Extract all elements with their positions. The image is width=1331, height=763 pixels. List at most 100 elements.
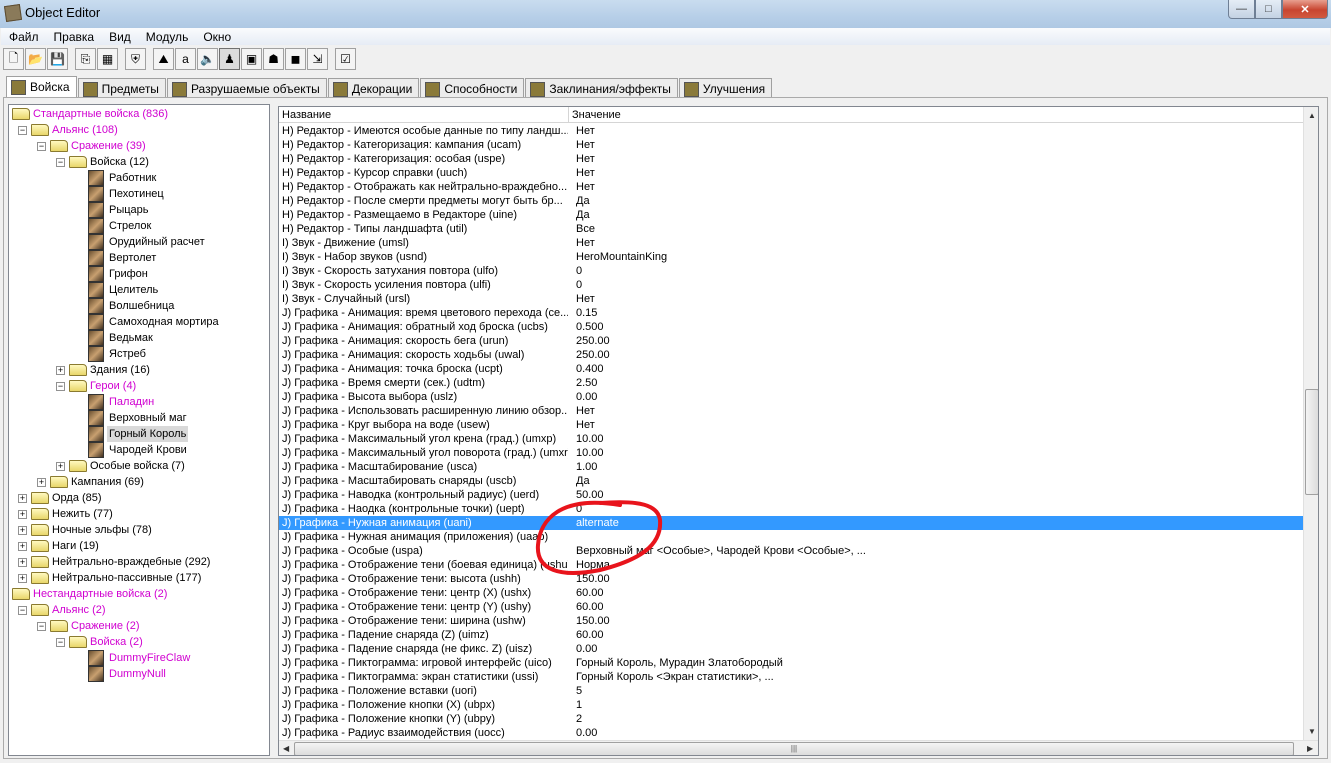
tab-6[interactable]: Улучшения: [678, 78, 773, 99]
expand-icon[interactable]: +: [18, 494, 27, 503]
collapse-icon[interactable]: −: [56, 382, 65, 391]
minimize-button[interactable]: —: [1228, 0, 1255, 19]
table-row[interactable]: J) Графика - Отображение тени: ширина (u…: [279, 614, 1304, 628]
toolbar-button-text[interactable]: a: [175, 48, 196, 70]
menu-1[interactable]: Правка: [46, 28, 102, 45]
tree-unit-item[interactable]: Орудийный расчет: [9, 234, 269, 250]
table-row[interactable]: J) Графика - Масштабирование (usca) 1.00: [279, 460, 1304, 474]
tree-unit-item[interactable]: Работник: [9, 170, 269, 186]
tree-folder-item[interactable]: Нестандартные войска (2): [9, 586, 269, 602]
expand-icon[interactable]: +: [18, 558, 27, 567]
tree-unit-item[interactable]: DummyNull: [9, 666, 269, 682]
table-row[interactable]: J) Графика - Использовать расширенную ли…: [279, 404, 1304, 418]
menu-4[interactable]: Окно: [195, 28, 238, 45]
horizontal-scrollbar[interactable]: ◀ ||| ▶: [279, 740, 1318, 755]
tree-unit-item[interactable]: Горный Король: [9, 426, 269, 442]
tree-folder-item[interactable]: − Альянс (108): [9, 122, 269, 138]
tab-1[interactable]: Предметы: [77, 78, 166, 99]
collapse-icon[interactable]: −: [56, 638, 65, 647]
vertical-scroll-thumb[interactable]: [1305, 389, 1318, 495]
tree-folder-item[interactable]: − Альянс (2): [9, 602, 269, 618]
table-row[interactable]: J) Графика - Высота выбора (uslz) 0.00: [279, 390, 1304, 404]
table-row[interactable]: J) Графика - Отображение тени: центр (X)…: [279, 586, 1304, 600]
horizontal-scroll-thumb[interactable]: |||: [294, 742, 1294, 755]
table-row[interactable]: J) Графика - Нужная анимация (приложения…: [279, 530, 1304, 544]
expand-icon[interactable]: +: [18, 526, 27, 535]
table-row[interactable]: J) Графика - Наводка (контрольный радиус…: [279, 488, 1304, 502]
tree-folder-item[interactable]: + Кампания (69): [9, 474, 269, 490]
table-row[interactable]: I) Звук - Движение (umsl) Нет: [279, 236, 1304, 250]
collapse-icon[interactable]: −: [56, 158, 65, 167]
table-row[interactable]: J) Графика - Отображение тени (боевая ед…: [279, 558, 1304, 572]
collapse-icon[interactable]: −: [37, 622, 46, 631]
collapse-icon[interactable]: −: [18, 126, 27, 135]
close-button[interactable]: ✕: [1282, 0, 1328, 19]
tab-4[interactable]: Способности: [420, 78, 525, 99]
tree-folder-item[interactable]: − Войска (12): [9, 154, 269, 170]
table-row[interactable]: H) Редактор - Категоризация: особая (usp…: [279, 152, 1304, 166]
collapse-icon[interactable]: −: [18, 606, 27, 615]
table-row[interactable]: J) Графика - Анимация: точка броска (ucp…: [279, 362, 1304, 376]
tree-unit-item[interactable]: Грифон: [9, 266, 269, 282]
expand-icon[interactable]: +: [56, 366, 65, 375]
table-row[interactable]: J) Графика - Отображение тени: центр (Y)…: [279, 600, 1304, 614]
maximize-button[interactable]: □: [1255, 0, 1282, 19]
table-row[interactable]: J) Графика - Максимальный угол крена (гр…: [279, 432, 1304, 446]
expand-icon[interactable]: +: [37, 478, 46, 487]
toolbar-button-checklist[interactable]: ☑: [335, 48, 356, 70]
toolbar-button-new-file[interactable]: 🗋: [3, 48, 24, 70]
table-row[interactable]: H) Редактор - Категоризация: кампания (u…: [279, 138, 1304, 152]
object-tree[interactable]: Стандартные войска (836) − Альянс (108) − Ср…: [8, 104, 270, 756]
table-row[interactable]: J) Графика - Анимация: обратный ход брос…: [279, 320, 1304, 334]
tree-unit-item[interactable]: Верховный маг: [9, 410, 269, 426]
tree-unit-item[interactable]: DummyFireClaw: [9, 650, 269, 666]
column-header-name[interactable]: Название: [279, 107, 569, 123]
toolbar-button-terrain[interactable]: ⛰: [153, 48, 174, 70]
table-row[interactable]: H) Редактор - Размещаемо в Редакторе (ui…: [279, 208, 1304, 222]
tree-unit-item[interactable]: Вертолет: [9, 250, 269, 266]
tree-folder-item[interactable]: + Орда (85): [9, 490, 269, 506]
tree-unit-item[interactable]: Стрелок: [9, 218, 269, 234]
tree-folder-item[interactable]: + Ночные эльфы (78): [9, 522, 269, 538]
scroll-right-icon[interactable]: ▶: [1307, 744, 1313, 753]
expand-icon[interactable]: +: [18, 542, 27, 551]
menu-0[interactable]: Файл: [1, 28, 46, 45]
table-row[interactable]: H) Редактор - После смерти предметы могу…: [279, 194, 1304, 208]
toolbar-button-copy[interactable]: ⎘: [75, 48, 96, 70]
menu-2[interactable]: Вид: [101, 28, 138, 45]
toolbar-button-sound[interactable]: 🔈: [197, 48, 218, 70]
table-row[interactable]: J) Графика - Нужная анимация (uani) alter…: [279, 516, 1304, 530]
table-row[interactable]: J) Графика - Падение снаряда (не фикс. Z…: [279, 642, 1304, 656]
collapse-icon[interactable]: −: [37, 142, 46, 151]
toolbar-button-units[interactable]: ⛨: [125, 48, 146, 70]
tree-unit-item[interactable]: Ведьмак: [9, 330, 269, 346]
table-row[interactable]: J) Графика - Максимальный угол поворота …: [279, 446, 1304, 460]
table-row[interactable]: J) Графика - Падение снаряда (Z) (uimz) 6…: [279, 628, 1304, 642]
tree-unit-item[interactable]: Целитель: [9, 282, 269, 298]
table-row[interactable]: H) Редактор - Типы ландшафта (util) Все: [279, 222, 1304, 236]
table-row[interactable]: J) Графика - Масштабировать снаряды (usc…: [279, 474, 1304, 488]
tab-2[interactable]: Разрушаемые объекты: [166, 78, 327, 99]
table-row[interactable]: J) Графика - Наодка (контрольные точки) …: [279, 502, 1304, 516]
tree-folder-item[interactable]: + Наги (19): [9, 538, 269, 554]
tree-unit-item[interactable]: Волшебница: [9, 298, 269, 314]
table-row[interactable]: J) Графика - Положение кнопки (Y) (ubpy)…: [279, 712, 1304, 726]
tree-folder-item[interactable]: + Нейтрально-враждебные (292): [9, 554, 269, 570]
table-row[interactable]: J) Графика - Пиктограмма: экран статисти…: [279, 670, 1304, 684]
expand-icon[interactable]: +: [18, 574, 27, 583]
tree-unit-item[interactable]: Ястреб: [9, 346, 269, 362]
tree-folder-item[interactable]: + Нейтрально-пассивные (177): [9, 570, 269, 586]
table-row[interactable]: J) Графика - Время смерти (сек.) (udtm) 2…: [279, 376, 1304, 390]
tree-folder-item[interactable]: + Особые войска (7): [9, 458, 269, 474]
tree-folder-item[interactable]: − Герои (4): [9, 378, 269, 394]
tree-unit-item[interactable]: Рыцарь: [9, 202, 269, 218]
tab-0[interactable]: Войска: [6, 76, 77, 99]
toolbar-button-open-folder[interactable]: 📂: [25, 48, 46, 70]
table-row[interactable]: J) Графика - Анимация: скорость бега (ur…: [279, 334, 1304, 348]
tree-folder-item[interactable]: − Сражение (39): [9, 138, 269, 154]
tree-folder-item[interactable]: − Сражение (2): [9, 618, 269, 634]
toolbar-button-unit-pressed[interactable]: ♟: [219, 48, 240, 70]
tree-unit-item[interactable]: Чародей Крови: [9, 442, 269, 458]
tree-unit-item[interactable]: Пехотинец: [9, 186, 269, 202]
table-row[interactable]: J) Графика - Пиктограмма: игровой интерф…: [279, 656, 1304, 670]
